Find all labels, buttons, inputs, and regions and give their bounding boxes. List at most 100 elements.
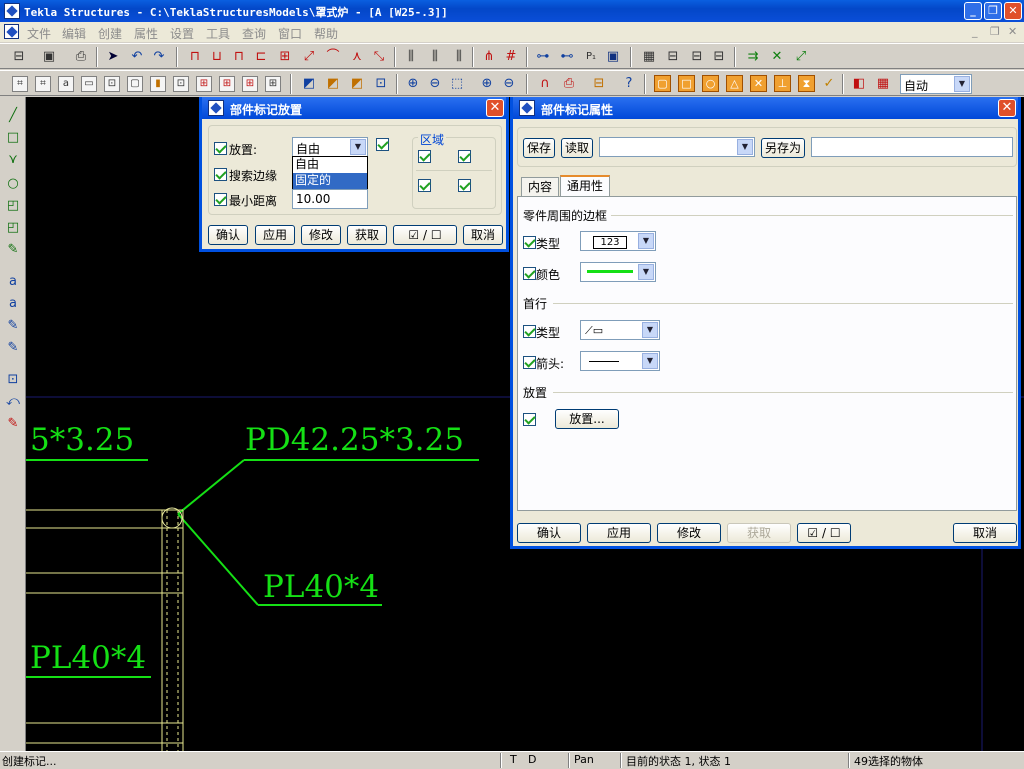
add-text-leader-icon[interactable]: a (4, 295, 22, 313)
snap-center-icon[interactable]: ◩ (348, 75, 366, 93)
region-bottom-right-checkbox[interactable] (458, 179, 471, 192)
weld-grid-icon[interactable]: # (502, 48, 520, 66)
zoom-out-icon[interactable]: ⊖ (426, 75, 444, 93)
draw-rectangle-icon[interactable]: □ (4, 129, 22, 147)
chevron-down-icon[interactable]: ▼ (737, 139, 753, 155)
create-polybeam-icon[interactable]: ⊓ (230, 48, 248, 66)
zoom-window-icon[interactable]: ⬚ (448, 75, 466, 93)
snap-free-icon[interactable]: ✓ (820, 75, 838, 93)
placement-select[interactable]: 自由 ▼ (292, 137, 368, 157)
cancel-button[interactable]: 取消 (463, 225, 503, 245)
snap-perpendicular-icon[interactable]: ⊥ (774, 75, 791, 92)
clip-plane-icon[interactable]: ⊟ (710, 48, 728, 66)
menu-settings[interactable]: 设置 (170, 25, 194, 42)
min-distance-checkbox[interactable] (214, 193, 227, 206)
create-beam-icon[interactable]: ⊔ (208, 48, 226, 66)
tab-content[interactable]: 内容 (521, 177, 559, 197)
close-icon[interactable]: ✕ (486, 99, 504, 117)
dimension-angle-icon[interactable]: ✕ (768, 48, 786, 66)
save-icon[interactable]: ▣ (40, 48, 58, 66)
snap-square-icon[interactable]: □ (678, 75, 695, 92)
create-curved-beam-icon[interactable]: ⌒ (324, 48, 342, 66)
draw-polygon-icon[interactable]: ◰ (4, 219, 22, 237)
chevron-down-icon[interactable]: ▼ (350, 139, 366, 155)
minimize-button[interactable]: _ (964, 2, 982, 20)
snap-mid-icon[interactable]: ◩ (324, 75, 342, 93)
dialog-title-bar[interactable]: 部件标记放置 ✕ (202, 97, 506, 119)
placement-settings-button[interactable]: 放置... (555, 409, 619, 429)
grid-icon[interactable]: ▦ (640, 48, 658, 66)
menu-edit[interactable]: 编辑 (62, 25, 86, 42)
draw-line-icon[interactable]: ╱ (4, 107, 22, 125)
part-mark-label[interactable]: PD42.25*3.25 (245, 422, 464, 458)
close-button[interactable]: ✕ (1004, 2, 1022, 20)
create-twin-profile-icon[interactable]: ⊏ (252, 48, 270, 66)
select-grid-icon[interactable]: ⊞ (265, 76, 281, 92)
rebar-mesh-icon[interactable]: ⫼ (450, 48, 468, 66)
placement-checkbox[interactable] (214, 142, 227, 155)
select-parts-icon[interactable]: ⌗ (35, 76, 51, 92)
create-folded-plate-icon[interactable]: ⋏ (348, 48, 366, 66)
get-button[interactable]: 获取 (347, 225, 387, 245)
chevron-down-icon[interactable]: ▼ (954, 76, 970, 92)
region-top-right-checkbox[interactable] (458, 150, 471, 163)
select-lines-icon[interactable]: ▭ (81, 76, 97, 92)
open-folder-icon[interactable]: ⊟ (590, 75, 608, 93)
layer-icon[interactable]: ◧ (850, 75, 868, 93)
get-button[interactable]: 获取 (727, 523, 791, 543)
leader-type-select[interactable]: ⟋▭ ▼ (580, 320, 660, 340)
snap-circle-icon[interactable]: ○ (702, 75, 719, 92)
select-dims-icon[interactable]: ▢ (127, 76, 143, 92)
part-mark-label[interactable]: 5*3.25 (30, 422, 134, 458)
workplane-icon[interactable]: ⊟ (688, 48, 706, 66)
add-text-icon[interactable]: a (4, 273, 22, 291)
frame-color-select[interactable]: ▼ (580, 262, 656, 282)
rebar-group-icon[interactable]: ⫼ (426, 48, 444, 66)
layer-grid-icon[interactable]: ▦ (874, 75, 892, 93)
edit-mark-icon[interactable]: ✎ (4, 339, 22, 357)
region-top-left-checkbox[interactable] (418, 150, 431, 163)
add-symbol-icon[interactable]: ⊡ (4, 371, 22, 389)
create-orthogonal-beam-icon[interactable]: ⤢ (300, 48, 318, 66)
part-mark-label[interactable]: PL40*4 (263, 569, 379, 605)
select-arrow-icon[interactable]: ➤ (104, 48, 122, 66)
min-distance-input[interactable]: 10.00 (292, 189, 368, 209)
snap-point-icon[interactable]: ▢ (654, 75, 671, 92)
close-icon[interactable]: ✕ (998, 99, 1016, 117)
save-as-name-input[interactable] (811, 137, 1013, 157)
draw-polyline-icon[interactable]: ⋎ (4, 151, 22, 169)
select-views-icon[interactable]: ⊡ (104, 76, 120, 92)
snap-depth-select[interactable]: 自动 ▼ (900, 74, 972, 94)
draw-circle-icon[interactable]: ○ (4, 175, 22, 193)
save-as-button[interactable]: 另存为 (761, 138, 805, 158)
help-pointer-icon[interactable]: ? (620, 75, 638, 93)
frame-type-checkbox[interactable] (523, 236, 536, 249)
snap-end-icon[interactable]: ◩ (300, 75, 318, 93)
mdi-minimize-icon[interactable]: _ (972, 25, 978, 38)
create-spiral-beam-icon[interactable]: ⤡ (370, 48, 388, 66)
tab-general[interactable]: 通用性 (560, 175, 610, 197)
zoom-in-icon[interactable]: ⊕ (404, 75, 422, 93)
draw-note-icon[interactable]: ✎ (4, 241, 22, 259)
apply-button[interactable]: 应用 (587, 523, 651, 543)
add-level-icon[interactable]: ⤺ (4, 393, 22, 411)
snap-cross-icon[interactable]: ✕ (750, 75, 767, 92)
mdi-restore-icon[interactable]: ❐ (990, 25, 1000, 38)
ok-button[interactable]: 确认 (517, 523, 581, 543)
menu-properties[interactable]: 属性 (134, 25, 158, 42)
cancel-button[interactable]: 取消 (953, 523, 1017, 543)
bolt-icon[interactable]: ⋔ (480, 48, 498, 66)
load-button[interactable]: 读取 (561, 138, 593, 158)
menu-query[interactable]: 查询 (242, 25, 266, 42)
apply-button[interactable]: 应用 (255, 225, 295, 245)
region-bottom-left-checkbox[interactable] (418, 179, 431, 192)
select-marks-icon[interactable]: a (58, 76, 74, 92)
select-symbols-icon[interactable]: ⊡ (173, 76, 189, 92)
create-contour-plate-icon[interactable]: ⊞ (276, 48, 294, 66)
modify-button[interactable]: 修改 (301, 225, 341, 245)
frame-color-checkbox[interactable] (523, 267, 536, 280)
redo-icon[interactable]: ↷ (150, 48, 168, 66)
chevron-down-icon[interactable]: ▼ (642, 353, 658, 369)
zoom-previous-icon[interactable]: ⊕ (478, 75, 496, 93)
menu-create[interactable]: 创建 (98, 25, 122, 42)
